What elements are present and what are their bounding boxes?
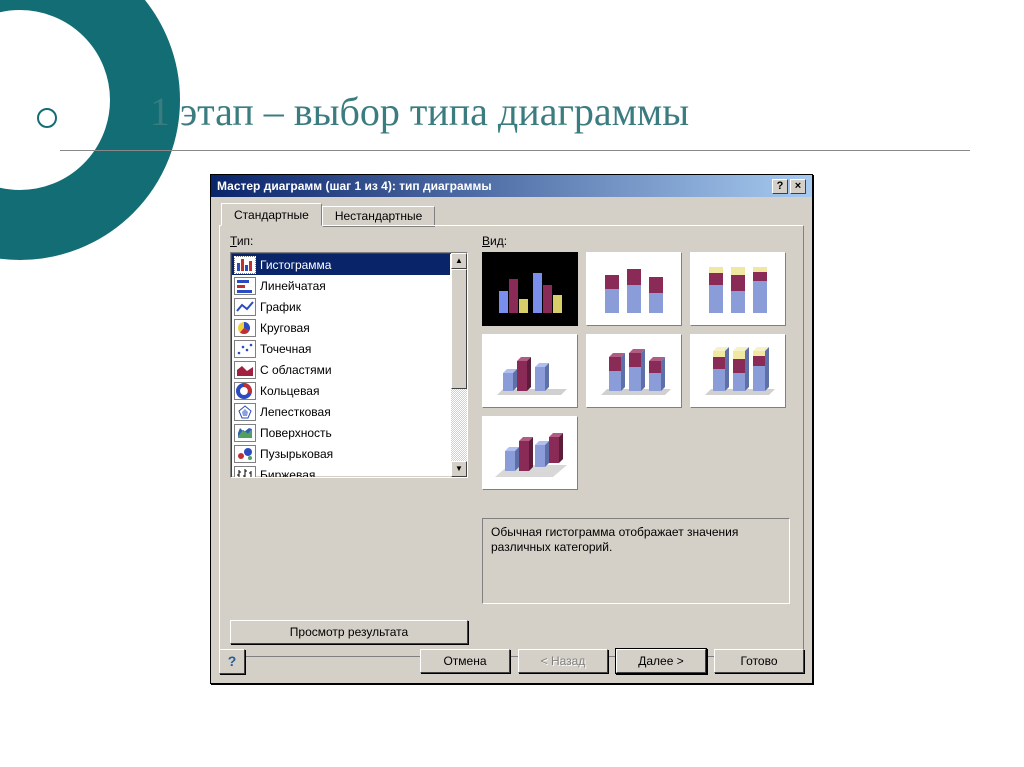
chart-type-label: Поверхность <box>260 426 332 440</box>
title-rule <box>60 150 970 151</box>
help-button[interactable] <box>219 649 245 674</box>
chart-type-label: Пузырьковая <box>260 447 333 461</box>
chart-type-label: Линейчатая <box>260 279 326 293</box>
dialog-titlebar[interactable]: Мастер диаграмм (шаг 1 из 4): тип диагра… <box>211 175 812 197</box>
scroll-thumb[interactable] <box>451 269 467 389</box>
preview-result-button[interactable]: Просмотр результата <box>230 620 468 644</box>
pct-stacked-column-icon <box>699 261 777 317</box>
stacked-column-3d-icon <box>595 343 673 399</box>
back-button[interactable]: < Назад <box>518 649 608 673</box>
hbar-icon <box>234 277 256 295</box>
subtype-stacked-column[interactable] <box>586 252 682 326</box>
column-3d-icon <box>491 425 569 481</box>
scroll-down-button[interactable]: ▼ <box>451 461 467 477</box>
tab-standard[interactable]: Стандартные <box>221 203 322 226</box>
dialog-title: Мастер диаграмм (шаг 1 из 4): тип диагра… <box>217 179 492 193</box>
chart-type-pie[interactable]: Круговая <box>232 317 450 338</box>
radar-icon <box>234 403 256 421</box>
chart-type-label: Лепестковая <box>260 405 331 419</box>
stock-icon <box>234 466 256 478</box>
chart-type-bubble[interactable]: Пузырьковая <box>232 443 450 464</box>
subtype-100pct-stacked-column[interactable] <box>690 252 786 326</box>
tab-panel-standard: Тип: Вид: Гистограмма Линейчатая График Кру… <box>219 225 804 657</box>
close-button[interactable]: × <box>790 179 806 194</box>
area-icon <box>234 361 256 379</box>
chart-type-label: Биржевая <box>260 468 315 478</box>
listbox-scrollbar[interactable]: ▲ ▼ <box>451 253 467 477</box>
bar-icon <box>234 256 256 274</box>
chart-wizard-dialog: Мастер диаграмм (шаг 1 из 4): тип диагра… <box>210 174 813 684</box>
subtype-3d-100pct-stacked-column[interactable] <box>690 334 786 408</box>
stacked-column-icon <box>595 261 673 317</box>
chart-type-donut[interactable]: Кольцевая <box>232 380 450 401</box>
help-titlebar-button[interactable]: ? <box>772 179 788 194</box>
subtype-description: Обычная гистограмма отображает значения … <box>482 518 790 604</box>
donut-icon <box>234 382 256 400</box>
chart-type-label: Круговая <box>260 321 310 335</box>
subtype-3d-clustered-column[interactable] <box>482 334 578 408</box>
chart-type-stock[interactable]: Биржевая <box>232 464 450 477</box>
pie-icon <box>234 319 256 337</box>
subtype-3d-column[interactable] <box>482 416 578 490</box>
slide-bullet-icon <box>37 108 57 128</box>
tab-custom[interactable]: Нестандартные <box>322 206 436 227</box>
slide-title: 1 этап – выбор типа диаграммы <box>150 88 689 135</box>
chart-type-label: Кольцевая <box>260 384 319 398</box>
subtype-grid <box>482 252 792 490</box>
subtype-clustered-column[interactable] <box>482 252 578 326</box>
chart-type-hbar[interactable]: Линейчатая <box>232 275 450 296</box>
type-label: Тип: <box>230 234 253 248</box>
cancel-button[interactable]: Отмена <box>420 649 510 673</box>
chart-type-line[interactable]: График <box>232 296 450 317</box>
clustered-column-3d-icon <box>491 343 569 399</box>
chart-type-label: Точечная <box>260 342 311 356</box>
chart-type-area[interactable]: С областями <box>232 359 450 380</box>
bubble-icon <box>234 445 256 463</box>
subtype-3d-stacked-column[interactable] <box>586 334 682 408</box>
scroll-track[interactable] <box>451 269 467 461</box>
scatter-icon <box>234 340 256 358</box>
surface-icon <box>234 424 256 442</box>
chart-type-radar[interactable]: Лепестковая <box>232 401 450 422</box>
tabs-row: Стандартные Нестандартные <box>211 197 812 225</box>
chart-type-label: График <box>260 300 301 314</box>
dialog-button-row: Отмена < Назад Далее > Готово <box>219 647 804 675</box>
chart-type-bar[interactable]: Гистограмма <box>232 254 450 275</box>
view-label: Вид: <box>482 234 507 248</box>
chart-type-listbox[interactable]: Гистограмма Линейчатая График Круговая Точеч… <box>230 252 468 478</box>
chart-type-label: С областями <box>260 363 332 377</box>
pct-stacked-column-3d-icon <box>699 343 777 399</box>
scroll-up-button[interactable]: ▲ <box>451 253 467 269</box>
chart-type-label: Гистограмма <box>260 258 331 272</box>
next-button[interactable]: Далее > <box>616 649 706 673</box>
chart-type-surface[interactable]: Поверхность <box>232 422 450 443</box>
line-icon <box>234 298 256 316</box>
chart-type-scatter[interactable]: Точечная <box>232 338 450 359</box>
clustered-column-icon <box>491 261 569 317</box>
finish-button[interactable]: Готово <box>714 649 804 673</box>
